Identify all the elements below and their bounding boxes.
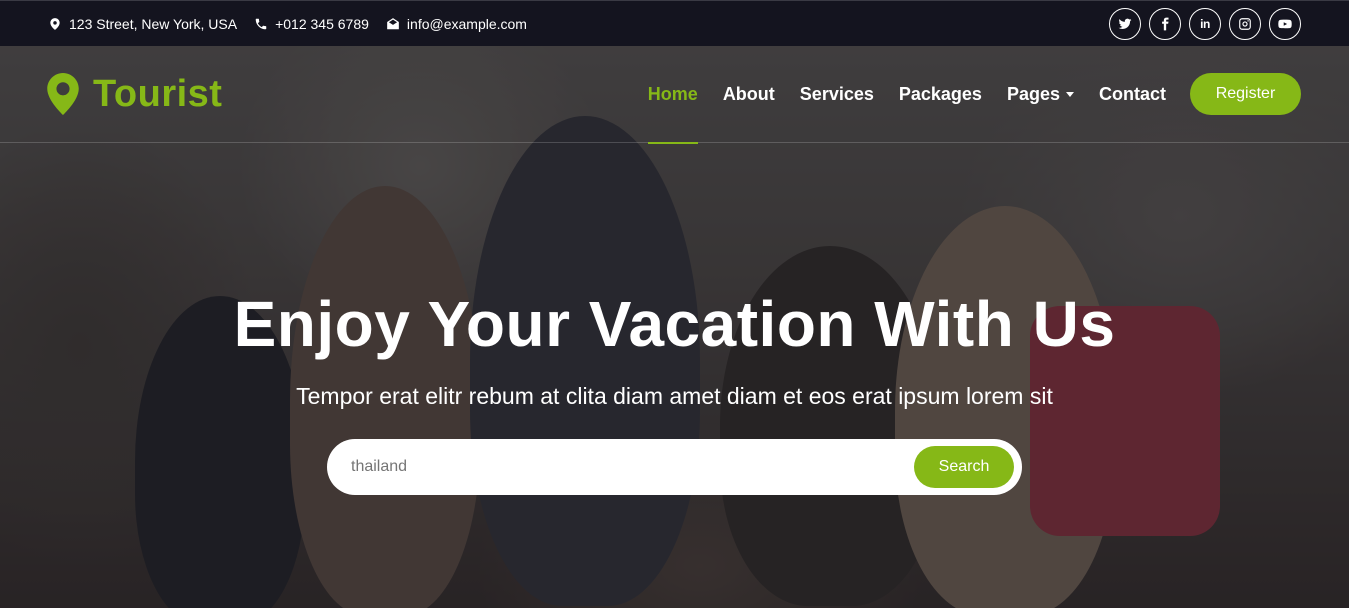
email-text: info@example.com [406, 15, 527, 32]
phone-text: +012 345 6789 [275, 15, 369, 32]
instagram-button[interactable] [1229, 7, 1261, 40]
nav-item-pages-dropdown[interactable]: Pages [1007, 46, 1074, 143]
contact-email: info@example.com [385, 16, 527, 32]
nav-item-about[interactable]: About [723, 46, 775, 143]
map-marker-icon [47, 73, 79, 115]
instagram-icon [1239, 17, 1251, 30]
hero-title: Enjoy Your Vacation With Us [233, 288, 1116, 360]
linkedin-icon: in [1200, 16, 1210, 31]
facebook-button[interactable] [1149, 7, 1181, 40]
main-navbar: Tourist Home About Services Packages Pag… [0, 46, 1349, 144]
phone-icon [253, 16, 269, 32]
twitter-button[interactable] [1109, 7, 1141, 40]
nav-menu: Home About Services Packages Pages Conta… [647, 46, 1301, 144]
contact-address: 123 Street, New York, USA [47, 16, 237, 32]
caret-down-icon [1066, 91, 1074, 97]
contact-phone: +012 345 6789 [253, 16, 369, 32]
nav-item-services[interactable]: Services [800, 46, 874, 143]
brand-name: Tourist [93, 72, 223, 115]
search-button[interactable]: Search [914, 446, 1014, 488]
nav-label-contact: Contact [1099, 83, 1166, 104]
nav-label-services: Services [799, 83, 874, 104]
contact-info: 123 Street, New York, USA +012 345 6789 … [47, 16, 543, 32]
envelope-open-icon [385, 16, 401, 32]
social-links: in [1109, 7, 1301, 40]
youtube-icon [1278, 19, 1292, 28]
linkedin-button[interactable]: in [1189, 7, 1221, 40]
brand-logo[interactable]: Tourist [47, 73, 222, 116]
nav-item-packages[interactable]: Packages [899, 46, 982, 143]
map-marker-icon [47, 16, 63, 32]
address-text: 123 Street, New York, USA [69, 15, 238, 32]
nav-item-contact[interactable]: Contact [1099, 46, 1166, 143]
nav-label-packages: Packages [898, 83, 982, 104]
nav-item-home[interactable]: Home [647, 46, 698, 144]
hero-content: Enjoy Your Vacation With Us Tempor erat … [0, 280, 1349, 412]
search-bar: Search [327, 439, 1022, 495]
search-input[interactable] [351, 458, 914, 476]
register-button[interactable]: Register [1190, 73, 1301, 115]
topbar: 123 Street, New York, USA +012 345 6789 … [0, 0, 1349, 46]
youtube-button[interactable] [1269, 7, 1301, 40]
nav-label-pages: Pages [1006, 83, 1060, 104]
hero-subtitle: Tempor erat elitr rebum at clita diam am… [296, 383, 1053, 409]
facebook-icon [1162, 17, 1169, 30]
twitter-icon [1118, 18, 1132, 29]
nav-label-about: About [722, 83, 775, 104]
nav-label-home: Home [647, 83, 698, 104]
